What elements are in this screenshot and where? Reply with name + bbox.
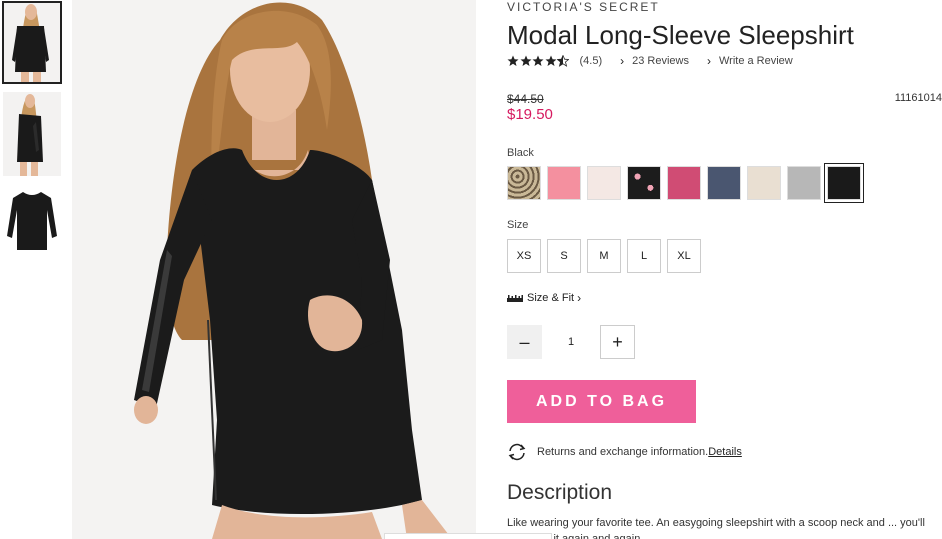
thumbnail-side[interactable] [3, 92, 61, 176]
original-price: $44.50 [507, 92, 544, 106]
star-rating [507, 55, 570, 67]
swatch-grey[interactable] [787, 166, 821, 200]
write-review-link[interactable]: › Write a Review [707, 54, 793, 68]
reviews-link-label: 23 Reviews [632, 55, 689, 67]
brand-name: VICTORIA'S SECRET [507, 0, 660, 14]
chevron-right-icon: › [620, 54, 625, 68]
add-to-bag-button[interactable]: ADD TO BAG [507, 380, 696, 423]
write-review-label: Write a Review [718, 55, 793, 67]
size-xs-button[interactable]: XS [507, 239, 541, 273]
swatch-black-floral[interactable] [627, 166, 661, 200]
thumbnail-front[interactable] [2, 1, 62, 84]
quantity-stepper: – 1 + [507, 325, 635, 359]
product-title: Modal Long-Sleeve Sleepshirt [507, 20, 854, 50]
swatch-black[interactable] [824, 163, 864, 203]
garment-flat-image [3, 186, 61, 258]
model-side-image [3, 92, 61, 176]
thumbnail-flat[interactable] [3, 186, 61, 258]
color-label: Black [507, 147, 534, 159]
increase-quantity-button[interactable]: + [600, 325, 635, 359]
half-star-icon [557, 55, 569, 67]
swatch-blush[interactable] [587, 166, 621, 200]
description-text: Like wearing your favorite tee. An easyg… [507, 517, 925, 539]
swatch-oatmeal[interactable] [747, 166, 781, 200]
reviews-link[interactable]: › 23 Reviews [620, 54, 689, 68]
main-product-image[interactable] [72, 0, 476, 539]
chevron-right-icon: › [706, 54, 711, 68]
size-s-button[interactable]: S [547, 239, 581, 273]
rating-row: (4.5) › 23 Reviews › Write a Review [507, 54, 793, 68]
star-icon [520, 55, 531, 66]
returns-info: Returns and exchange information. Details [507, 443, 742, 461]
size-l-button[interactable]: L [627, 239, 661, 273]
exchange-icon [508, 443, 526, 461]
size-label: Size [507, 219, 529, 231]
color-swatches [507, 163, 867, 203]
chevron-right-icon: › [577, 291, 582, 305]
rating-value: (4.5) [579, 55, 603, 67]
model-front-image [3, 2, 61, 83]
sale-price: $19.50 [507, 106, 553, 123]
size-m-button[interactable]: M [587, 239, 621, 273]
swatch-navy-heather[interactable] [707, 166, 741, 200]
returns-text: Returns and exchange information. [537, 446, 709, 458]
star-icon [532, 55, 544, 66]
description-heading: Description [507, 481, 613, 504]
product-info: VICTORIA'S SECRET Modal Long-Sleeve Slee… [507, 0, 942, 539]
star-icon [507, 55, 519, 66]
quantity-value[interactable]: 1 [542, 336, 600, 348]
swatch-pink[interactable] [547, 166, 581, 200]
item-number: 11161014 [894, 92, 942, 104]
star-icon [545, 55, 556, 66]
returns-details-link[interactable]: Details [708, 446, 742, 458]
model-photo [72, 0, 476, 539]
ruler-icon [507, 294, 523, 302]
size-options: XS S M L XL [507, 239, 707, 273]
size-xl-button[interactable]: XL [667, 239, 701, 273]
floating-panel-edge [384, 533, 552, 539]
size-fit-link[interactable]: Size & Fit › [507, 291, 581, 305]
decrease-quantity-button[interactable]: – [507, 325, 542, 359]
size-fit-label: Size & Fit [527, 292, 575, 304]
swatch-pink-heather[interactable] [667, 166, 701, 200]
swatch-leopard[interactable] [507, 166, 541, 200]
